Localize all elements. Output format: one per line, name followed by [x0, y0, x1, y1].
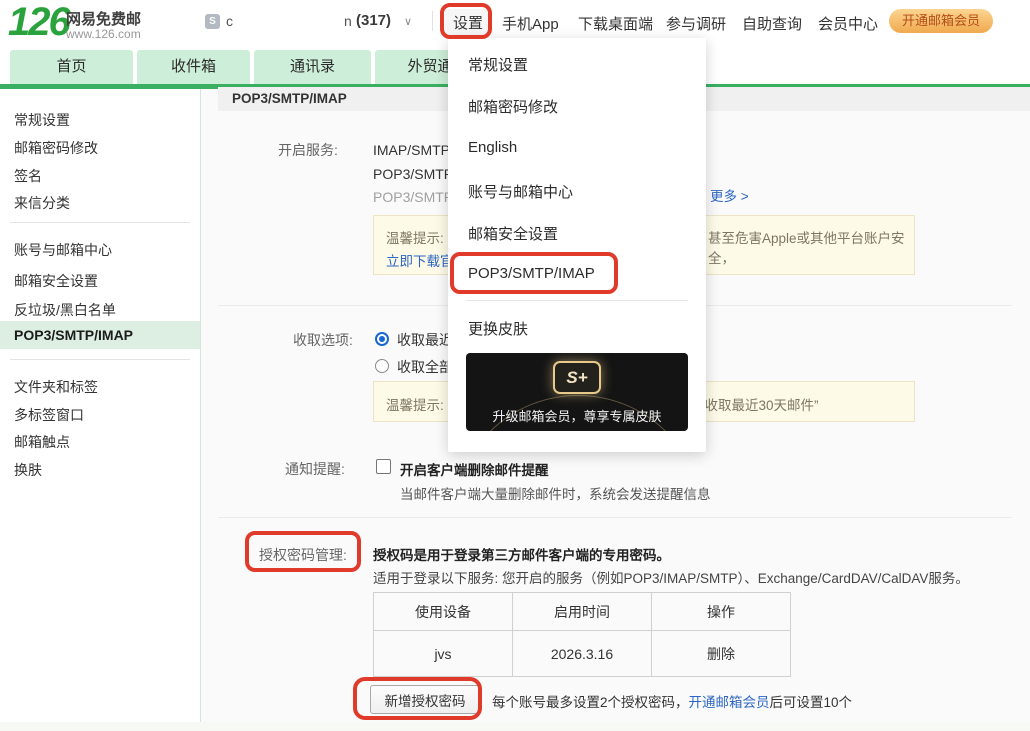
nav-survey[interactable]: 参与调研 — [666, 13, 726, 34]
menu-item-change-skin[interactable]: 更换皮肤 — [468, 318, 528, 339]
note-after: 后可设置10个 — [769, 695, 853, 710]
menu-item-english[interactable]: English — [468, 139, 517, 156]
tab-inbox[interactable]: 收件箱 — [137, 50, 250, 84]
vip-upgrade-button[interactable]: 开通邮箱会员 — [889, 9, 994, 33]
settings-dropdown-menu: 常规设置 邮箱密码修改 English 账号与邮箱中心 邮箱安全设置 POP3/… — [448, 38, 706, 452]
menu-item-account-center[interactable]: 账号与邮箱中心 — [468, 181, 573, 202]
sidebar-item-pop3-selected[interactable]: POP3/SMTP/IMAP — [0, 321, 200, 349]
sidebar-item-mail-sorting[interactable]: 来信分类 — [14, 193, 70, 213]
service-line-pop3-gray: POP3/SMTP/ — [373, 189, 458, 205]
tip2-right: “收取最近30天邮件” — [700, 398, 819, 413]
table-header-row: 使用设备 启用时间 操作 — [373, 592, 791, 631]
sidebar-item-multitab[interactable]: 多标签窗口 — [14, 405, 84, 425]
unread-count: (317) — [356, 12, 392, 29]
nav-desktop-download[interactable]: 下载桌面端 — [578, 13, 653, 34]
cell-device: jvs — [373, 630, 513, 677]
sidebar-divider — [10, 222, 190, 223]
notify-checkbox-label[interactable]: 开启客户端删除邮件提醒 — [400, 459, 549, 479]
service-label: 开启服务: — [278, 142, 338, 158]
col-action: 操作 — [651, 592, 791, 631]
chevron-down-icon[interactable]: ∨ — [404, 15, 412, 28]
sidebar-item-antispam[interactable]: 反垃圾/黑白名单 — [14, 300, 116, 320]
sidebar-divider — [10, 359, 190, 360]
radio-all-unselected[interactable] — [375, 359, 389, 373]
radio-recent-selected[interactable] — [375, 332, 389, 346]
auth-quota-note: 每个账号最多设置2个授权密码，开通邮箱会员后可设置10个 — [492, 691, 852, 711]
sidebar-item-password[interactable]: 邮箱密码修改 — [14, 138, 98, 158]
menu-item-pop3[interactable]: POP3/SMTP/IMAP — [468, 265, 595, 282]
sidebar-item-general[interactable]: 常规设置 — [14, 110, 70, 130]
sidebar-item-skin[interactable]: 换肤 — [14, 460, 42, 480]
fetch-options-label: 收取选项: — [293, 332, 353, 348]
settings-menu-link[interactable]: 设置 — [445, 9, 492, 36]
s-badge-icon: S — [205, 14, 220, 29]
splus-logo-icon: S+ — [553, 361, 601, 394]
page-title: POP3/SMTP/IMAP — [232, 91, 347, 106]
section-divider — [218, 517, 1012, 518]
account-email-prefix: c — [226, 13, 233, 29]
brand-logo[interactable]: 126 — [8, 0, 71, 44]
sidebar-item-account-center[interactable]: 账号与邮箱中心 — [14, 240, 112, 260]
webmail-page: 126 网易免费邮 www.126.com S c n (317) ∨ 设置 手… — [0, 0, 1030, 731]
notify-label: 通知提醒: — [285, 461, 345, 477]
auth-desc2: 适用于登录以下服务: 您开启的服务（例如POP3/IMAP/SMTP）、Exch… — [373, 571, 969, 586]
col-device: 使用设备 — [373, 592, 513, 631]
add-auth-password-button[interactable]: 新增授权密码 — [370, 685, 480, 714]
nav-mobile-app[interactable]: 手机App — [502, 13, 559, 34]
auth-table: 使用设备 启用时间 操作 jvs 2026.3.16 删除 — [373, 592, 791, 677]
nav-member-center[interactable]: 会员中心 — [818, 13, 878, 34]
col-enable-time: 启用时间 — [512, 592, 652, 631]
auth-desc1: 授权码是用于登录第三方邮件客户端的专用密码。 — [373, 548, 670, 563]
nav-self-service[interactable]: 自助查询 — [742, 13, 802, 34]
menu-item-security[interactable]: 邮箱安全设置 — [468, 223, 558, 244]
auth-label: 授权密码管理: — [259, 547, 347, 563]
sidebar-item-folders-tags[interactable]: 文件夹和标签 — [14, 377, 98, 397]
sidebar-item-security[interactable]: 邮箱安全设置 — [14, 271, 98, 291]
brand-domain: www.126.com — [66, 27, 141, 41]
notify-checkbox[interactable] — [376, 459, 391, 474]
sidebar-item-touchpoint[interactable]: 邮箱触点 — [14, 432, 70, 452]
tab-home[interactable]: 首页 — [10, 50, 133, 84]
header-divider — [432, 11, 433, 31]
menu-divider — [466, 300, 688, 301]
vip-skin-banner[interactable]: S+ 升级邮箱会员，尊享专属皮肤 — [466, 353, 688, 431]
tip1-right-line1: 甚至危害Apple或其他平台账户安全， — [708, 231, 905, 266]
tab-contacts[interactable]: 通讯录 — [254, 50, 371, 84]
banner-text: 升级邮箱会员，尊享专属皮肤 — [492, 409, 662, 424]
cell-date: 2026.3.16 — [512, 630, 652, 677]
menu-item-general[interactable]: 常规设置 — [468, 54, 528, 75]
redacted-email — [235, 9, 341, 31]
footer-strip — [0, 722, 1030, 731]
note-before: 每个账号最多设置2个授权密码， — [492, 695, 689, 710]
menu-item-password[interactable]: 邮箱密码修改 — [468, 96, 558, 117]
brand-name: 网易免费邮 — [66, 11, 142, 28]
note-vip-link[interactable]: 开通邮箱会员 — [689, 695, 770, 710]
sidebar-selected-label: POP3/SMTP/IMAP — [14, 327, 134, 343]
delete-link[interactable]: 删除 — [651, 630, 791, 677]
more-link[interactable]: 更多 > — [710, 185, 749, 205]
table-row: jvs 2026.3.16 删除 — [373, 630, 791, 677]
notify-note: 当邮件客户端大量删除邮件时，系统会发送提醒信息 — [400, 487, 711, 502]
account-email-suffix: n — [344, 13, 352, 29]
sidebar-item-signature[interactable]: 签名 — [14, 166, 42, 186]
